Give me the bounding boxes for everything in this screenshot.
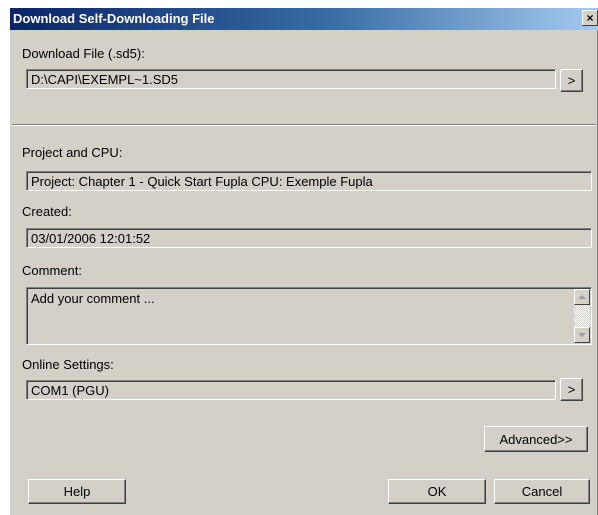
comment-scrollbar[interactable] xyxy=(574,289,590,343)
online-settings-browse-button[interactable]: > xyxy=(560,378,583,401)
download-file-label: Download File (.sd5): xyxy=(22,46,145,61)
created-label: Created: xyxy=(22,204,72,219)
scroll-down-button[interactable] xyxy=(574,327,590,343)
comment-textarea[interactable]: Add your comment ... xyxy=(26,287,592,345)
separator xyxy=(12,124,596,126)
arrow-up-icon xyxy=(578,295,586,299)
online-settings-label: Online Settings: xyxy=(22,357,114,372)
comment-value: Add your comment ... xyxy=(31,291,155,306)
scroll-up-button[interactable] xyxy=(574,289,590,305)
download-file-browse-button[interactable]: > xyxy=(560,69,583,92)
close-button[interactable]: × xyxy=(582,10,598,26)
advanced-button-label: Advanced>> xyxy=(499,431,573,447)
download-file-value: D:\CAPI\EXEMPL~1.SD5 xyxy=(31,72,179,87)
chevron-right-icon: > xyxy=(567,73,576,88)
chevron-right-icon: > xyxy=(567,382,576,397)
ok-button[interactable]: OK xyxy=(388,479,486,504)
close-icon: × xyxy=(586,11,594,25)
project-cpu-value: Project: Chapter 1 - Quick Start Fupla C… xyxy=(31,174,373,189)
project-cpu-field: Project: Chapter 1 - Quick Start Fupla C… xyxy=(26,171,592,191)
arrow-down-icon xyxy=(578,333,586,337)
window-title: Download Self-Downloading File xyxy=(13,11,215,26)
ok-button-label: OK xyxy=(427,484,447,499)
online-settings-value: COM1 (PGU) xyxy=(31,383,109,398)
advanced-button[interactable]: Advanced>> xyxy=(484,426,588,452)
comment-label: Comment: xyxy=(22,263,82,278)
online-settings-field[interactable]: COM1 (PGU) xyxy=(26,380,556,400)
cancel-button-label: Cancel xyxy=(521,484,563,499)
created-value: 03/01/2006 12:01:52 xyxy=(31,231,151,246)
cancel-button[interactable]: Cancel xyxy=(494,479,590,504)
help-button[interactable]: Help xyxy=(28,479,126,504)
project-cpu-label: Project and CPU: xyxy=(22,145,123,160)
dialog-window: Download Self-Downloading File × Downloa… xyxy=(10,8,598,515)
download-file-field[interactable]: D:\CAPI\EXEMPL~1.SD5 xyxy=(26,69,556,89)
created-field: 03/01/2006 12:01:52 xyxy=(26,228,592,248)
title-bar[interactable]: Download Self-Downloading File × xyxy=(10,8,598,30)
help-button-label: Help xyxy=(63,484,91,499)
